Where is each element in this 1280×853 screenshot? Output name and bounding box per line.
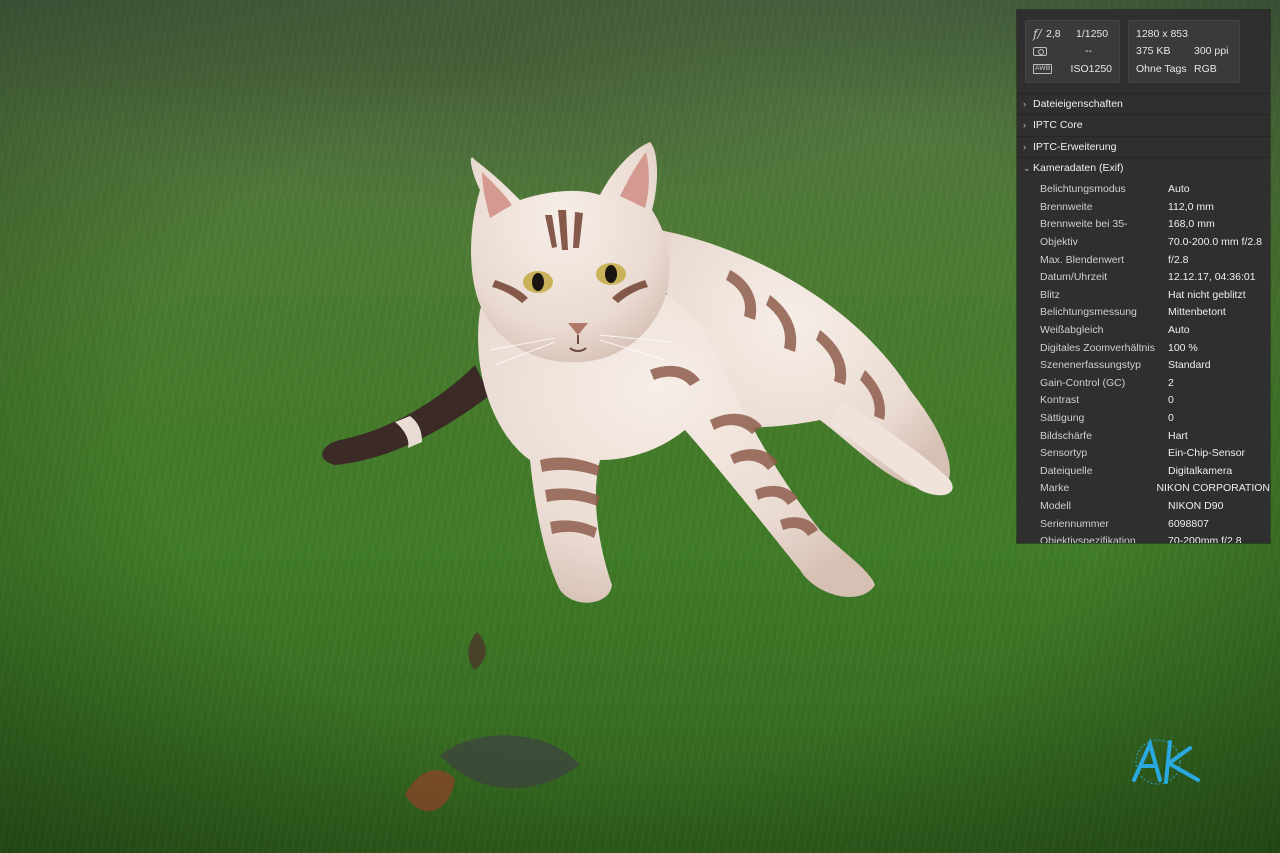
exif-row: Modell NIKON D90 — [1017, 497, 1270, 515]
exif-key: Max. Blendenwert — [1040, 253, 1125, 266]
resolution-value: 300 ppi — [1194, 45, 1229, 58]
exif-row: Kontrast 0 — [1017, 392, 1270, 410]
exif-key: Kontrast — [1040, 394, 1080, 407]
exif-row: Weißabgleich Auto — [1017, 321, 1270, 339]
exif-key: Dateiquelle — [1040, 464, 1093, 477]
exif-value: Hart — [1168, 429, 1188, 442]
exif-row: Belichtungsmessung Mittenbetont — [1017, 304, 1270, 322]
exif-row: Marke NIKON CORPORATION — [1017, 480, 1270, 498]
exif-row: Belichtungsmodus Auto — [1017, 181, 1270, 199]
exif-value: Digitalkamera — [1168, 464, 1233, 477]
aperture-f-icon: f/ — [1033, 26, 1042, 41]
exif-key: Brennweite bei 35- — [1040, 218, 1128, 231]
exif-key: Belichtungsmodus — [1040, 183, 1126, 196]
exif-row: Blitz Hat nicht geblitzt — [1017, 286, 1270, 304]
exif-row: Max. Blendenwert f/2.8 — [1017, 251, 1270, 269]
exif-value: 6098807 — [1168, 517, 1209, 530]
tags-row: Ohne Tags RGB — [1136, 60, 1232, 78]
exif-value: Ein-Chip-Sensor — [1168, 447, 1246, 460]
metering-icon — [1033, 46, 1055, 56]
exif-key: Objektivspezifikation — [1040, 535, 1136, 543]
exif-key: Sensortyp — [1040, 447, 1088, 460]
chevron-down-icon: ⌄ — [1023, 162, 1031, 173]
exif-row: Brennweite bei 35- 168,0 mm — [1017, 216, 1270, 234]
chevron-right-icon: › — [1023, 98, 1026, 109]
exif-key: Weißabgleich — [1040, 324, 1104, 337]
exif-value: Hat nicht geblitzt — [1168, 288, 1246, 301]
exif-key: Gain-Control (GC) — [1040, 376, 1126, 389]
exif-key: Bildschärfe — [1040, 429, 1092, 442]
exif-value: 12.12.17, 04:36:01 — [1168, 271, 1256, 284]
exif-row: Szenenerfassungstyp Standard — [1017, 356, 1270, 374]
section-kameradaten-exif[interactable]: ⌄ Kameradaten (Exif) — [1017, 158, 1270, 179]
exif-key: Brennweite — [1040, 200, 1093, 213]
watermark-logo — [1132, 738, 1200, 785]
camera-settings-box: f/ 2,8 1/1250 -- AWB ISO1250 — [1025, 20, 1120, 83]
dimensions-value: 1280 x 853 — [1136, 27, 1188, 40]
exif-value: 0 — [1168, 394, 1174, 407]
exif-row: Objektivspezifikation 70-200mm f/2.8 — [1017, 532, 1270, 543]
dimensions-row: 1280 x 853 — [1136, 25, 1232, 43]
exif-value: 168,0 mm — [1168, 218, 1215, 231]
exif-row: Sensortyp Ein-Chip-Sensor — [1017, 444, 1270, 462]
size-row: 375 KB 300 ppi — [1136, 43, 1232, 61]
iso-value: ISO1250 — [1070, 62, 1112, 75]
exif-row: Bildschärfe Hart — [1017, 427, 1270, 445]
exif-row: Datum/Uhrzeit 12.12.17, 04:36:01 — [1017, 268, 1270, 286]
awb-icon: AWB — [1033, 63, 1053, 74]
exif-value: Standard — [1168, 359, 1211, 372]
section-iptc-core[interactable]: › IPTC Core — [1017, 115, 1270, 137]
exif-key: Blitz — [1040, 288, 1060, 301]
exif-value: 70.0-200.0 mm f/2.8 — [1168, 236, 1262, 249]
file-info-box: 1280 x 853 375 KB 300 ppi Ohne Tags RGB — [1128, 20, 1240, 83]
exif-key: Datum/Uhrzeit — [1040, 271, 1108, 284]
file-size-value: 375 KB — [1136, 45, 1171, 58]
exif-row: Brennweite 112,0 mm — [1017, 198, 1270, 216]
exif-row: Digitales Zoomverhältnis 100 % — [1017, 339, 1270, 357]
section-label: IPTC-Erweiterung — [1033, 140, 1117, 153]
exif-row: Sättigung 0 — [1017, 409, 1270, 427]
exif-key: Szenenerfassungstyp — [1040, 359, 1141, 372]
shutter-value: 1/1250 — [1076, 27, 1109, 40]
section-dateieigenschaften[interactable]: › Dateieigenschaften — [1017, 94, 1270, 115]
exif-key: Marke — [1040, 482, 1070, 495]
exif-value: NIKON D90 — [1168, 499, 1224, 512]
exif-value: Mittenbetont — [1168, 306, 1226, 319]
exif-key: Sättigung — [1040, 412, 1085, 425]
section-label: IPTC Core — [1033, 119, 1083, 132]
metering-row: -- — [1033, 43, 1112, 61]
exif-value: 0 — [1168, 412, 1174, 425]
metering-value: -- — [1085, 45, 1092, 58]
exif-value: Auto — [1168, 324, 1190, 337]
section-label: Kameradaten (Exif) — [1033, 162, 1124, 175]
exif-row: Dateiquelle Digitalkamera — [1017, 462, 1270, 480]
aperture-value: 2,8 — [1046, 27, 1061, 40]
exif-value: f/2.8 — [1168, 253, 1189, 266]
exif-key: Digitales Zoomverhältnis — [1040, 341, 1155, 354]
exif-key: Seriennummer — [1040, 517, 1109, 530]
exif-list: Belichtungsmodus Auto Brennweite 112,0 mm Br… — [1017, 179, 1270, 543]
metadata-summary: f/ 2,8 1/1250 -- AWB ISO1250 1280 x 853 … — [1017, 10, 1270, 94]
exif-value: NIKON CORPORATION — [1156, 482, 1270, 495]
exif-row: Objektiv 70.0-200.0 mm f/2.8 — [1017, 233, 1270, 251]
section-label: Dateieigenschaften — [1033, 97, 1123, 110]
exif-value: 100 % — [1168, 341, 1198, 354]
awb-row: AWB ISO1250 — [1033, 60, 1112, 78]
exif-key: Objektiv — [1040, 236, 1078, 249]
exif-value: 70-200mm f/2.8 — [1168, 535, 1242, 543]
aperture-row: f/ 2,8 1/1250 — [1033, 25, 1112, 43]
exif-row: Gain-Control (GC) 2 — [1017, 374, 1270, 392]
exif-value: 112,0 mm — [1168, 200, 1214, 213]
metadata-panel: f/ 2,8 1/1250 -- AWB ISO1250 1280 x 853 … — [1017, 10, 1270, 543]
tags-value: Ohne Tags — [1136, 62, 1187, 75]
exif-value: 2 — [1168, 376, 1174, 389]
chevron-right-icon: › — [1023, 141, 1026, 152]
section-iptc-erweiterung[interactable]: › IPTC-Erweiterung — [1017, 137, 1270, 158]
exif-row: Seriennummer 6098807 — [1017, 515, 1270, 533]
exif-key: Modell — [1040, 499, 1071, 512]
chevron-right-icon: › — [1023, 120, 1026, 131]
exif-value: Auto — [1168, 183, 1190, 196]
color-mode-value: RGB — [1194, 62, 1217, 75]
exif-key: Belichtungsmessung — [1040, 306, 1137, 319]
